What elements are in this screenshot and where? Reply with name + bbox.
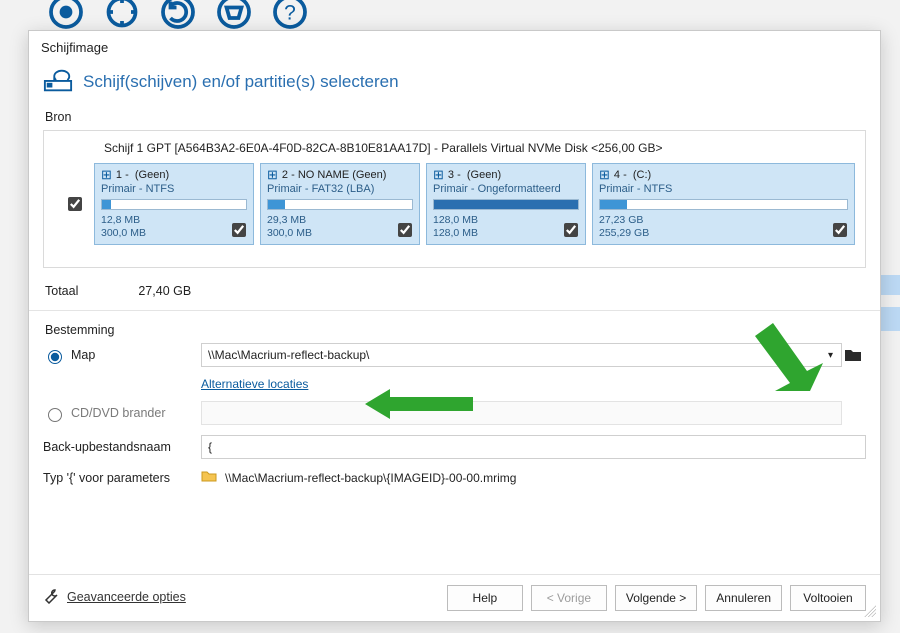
windows-icon: ⊞ [267,168,278,181]
partition-card[interactable]: ⊞1 - (Geen) Primair - NTFS 12,8 MB300,0 … [94,163,254,245]
capacity-bar [433,199,579,210]
partition-checkbox[interactable] [394,220,415,240]
partition-checkbox[interactable] [228,220,249,240]
folder-icon [201,469,217,486]
cancel-button[interactable]: Annuleren [705,585,782,611]
next-button[interactable]: Volgende > [615,585,697,611]
capacity-bar [101,199,247,210]
divider [29,310,880,311]
chevron-down-icon[interactable]: ▾ [824,350,837,361]
capacity-bar [599,199,848,210]
background-text [0,0,30,633]
partition-card[interactable]: ⊞4 - (C:) Primair - NTFS 27,23 GB255,29 … [592,163,855,245]
windows-icon: ⊞ [433,168,444,181]
alternative-locations-link[interactable]: Alternatieve locaties [201,377,308,391]
previous-button[interactable]: < Vorige [531,585,607,611]
partition-card[interactable]: ⊞2 - NO NAME (Geen) Primair - FAT32 (LBA… [260,163,420,245]
total-row: Totaal 27,40 GB [43,268,866,304]
cddvd-radio[interactable]: CD/DVD brander [43,405,201,422]
backup-filename-input[interactable]: { [201,435,866,459]
source-section-label: Bron [45,110,866,124]
dialog-header: Schijf(schijven) en/of partitie(s) selec… [29,63,880,110]
partition-checkbox[interactable] [560,220,581,240]
disk-image-icon [43,67,73,96]
help-button[interactable]: Help [447,585,523,611]
partition-list: ⊞1 - (Geen) Primair - NTFS 12,8 MB300,0 … [94,163,855,245]
finish-button[interactable]: Voltooien [790,585,866,611]
disk-description: Schijf 1 GPT [A564B3A2-6E0A-4F0D-82CA-8B… [104,141,855,155]
total-label: Totaal [45,284,78,298]
params-hint-label: Typ '{' voor parameters [43,471,201,485]
disk-image-dialog: Schijfimage Schijf(schijven) en/of parti… [28,30,881,622]
svg-text:?: ? [284,2,296,25]
background-toolbar: ? [48,0,308,30]
resize-grip[interactable] [864,605,876,617]
background-stripe [880,275,900,295]
disk-select-checkbox[interactable] [54,163,94,245]
folder-radio[interactable]: Map [43,347,201,364]
cddvd-combo-disabled [201,401,842,425]
dialog-title: Schijfimage [29,31,880,63]
windows-icon: ⊞ [101,168,112,181]
destination-section-label: Bestemming [45,323,866,337]
filename-label: Back-upbestandsnaam [43,440,201,454]
background-stripe [880,307,900,331]
resolved-path-text: \\Mac\Macrium-reflect-backup\{IMAGEID}-0… [225,471,516,485]
partition-card[interactable]: ⊞3 - (Geen) Primair - Ongeformatteerd 12… [426,163,586,245]
resolved-path-row: \\Mac\Macrium-reflect-backup\{IMAGEID}-0… [201,469,866,486]
partition-checkbox[interactable] [829,220,850,240]
dialog-heading: Schijf(schijven) en/of partitie(s) selec… [83,72,399,92]
total-value: 27,40 GB [138,284,191,298]
capacity-bar [267,199,413,210]
destination-path-combo[interactable]: \\Mac\Macrium-reflect-backup\ ▾ [201,343,842,367]
source-box: Schijf 1 GPT [A564B3A2-6E0A-4F0D-82CA-8B… [43,130,866,268]
browse-folder-button[interactable] [842,344,864,366]
windows-icon: ⊞ [599,168,610,181]
dialog-footer: Help < Vorige Volgende > Annuleren Volto… [29,574,880,621]
